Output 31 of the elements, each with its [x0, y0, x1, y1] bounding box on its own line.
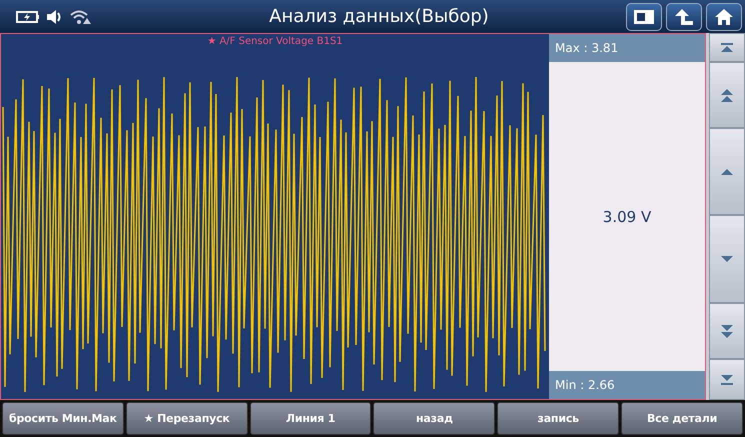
- action-button[interactable]: запись: [497, 402, 620, 435]
- scroll-button[interactable]: [709, 62, 745, 128]
- scroll-top-icon: [721, 43, 733, 52]
- scroll-button[interactable]: [709, 128, 745, 215]
- current-value: 3.09 V: [602, 206, 652, 228]
- max-value: Max : 3.81: [549, 34, 705, 62]
- scroll-button[interactable]: [709, 33, 745, 62]
- home-icon: [714, 8, 734, 26]
- turn-up-arrow-icon: [674, 8, 694, 26]
- scroll-button[interactable]: [709, 215, 745, 303]
- min-value: Min : 2.66: [549, 371, 705, 399]
- screenshot-button[interactable]: [626, 2, 662, 30]
- scroll-up-icon: [721, 168, 733, 174]
- battery-icon: [16, 10, 40, 22]
- action-button[interactable]: бросить Мин.Мак: [2, 402, 124, 435]
- action-button[interactable]: ★ Перезапуск: [126, 402, 248, 435]
- action-button[interactable]: Все детали: [621, 402, 743, 435]
- home-button[interactable]: [706, 2, 742, 30]
- window-title: Анализ данных(Выбор): [268, 6, 490, 27]
- page-up-icon: [721, 88, 733, 102]
- card-icon: [633, 8, 655, 24]
- action-button[interactable]: Линия 1: [250, 402, 372, 435]
- action-button[interactable]: назад: [373, 402, 496, 435]
- scroll-down-icon: [721, 256, 733, 262]
- up-button[interactable]: [666, 2, 702, 30]
- scroll-button[interactable]: [709, 303, 745, 359]
- page-down-icon: [721, 324, 733, 338]
- graph-title: ★ A/F Sensor Voltage B1S1: [207, 36, 343, 47]
- wifi-icon: [70, 8, 92, 24]
- scroll-button[interactable]: [709, 359, 745, 400]
- scroll-bottom-icon: [721, 374, 733, 384]
